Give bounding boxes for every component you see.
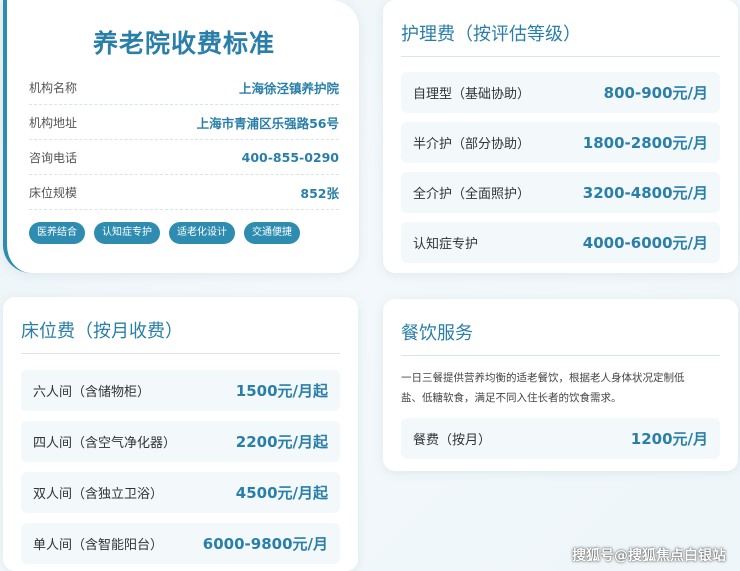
food-service-title: 餐饮服务 bbox=[401, 319, 720, 356]
feature-tag: 适老化设计 bbox=[169, 222, 235, 244]
info-row-phone: 咨询电话 400-855-0290 bbox=[29, 140, 339, 175]
fee-price: 800-900元/月 bbox=[603, 84, 708, 102]
info-value: 上海市青浦区乐强路56号 bbox=[196, 115, 339, 131]
fee-price: 1800-2800元/月 bbox=[582, 134, 708, 152]
fee-row: 双人间（含独立卫浴） 4500元/月起 bbox=[21, 472, 340, 513]
fee-row: 六人间（含储物柜） 1500元/月起 bbox=[21, 370, 340, 411]
fee-label: 四人间（含空气净化器） bbox=[33, 436, 177, 451]
info-row-name: 机构名称 上海徐泾镇养护院 bbox=[29, 70, 339, 105]
fee-row: 半介护（部分协助） 1800-2800元/月 bbox=[401, 122, 720, 163]
bed-fee-card: 床位费（按月收费） 六人间（含储物柜） 1500元/月起 四人间（含空气净化器）… bbox=[3, 297, 358, 571]
food-description: 一日三餐提供营养均衡的适老餐饮，根据老人身体状况定制低 盐、低糖软食，满足不同入… bbox=[401, 368, 720, 408]
food-service-card: 餐饮服务 一日三餐提供营养均衡的适老餐饮，根据老人身体状况定制低 盐、低糖软食，… bbox=[383, 299, 738, 471]
fee-row: 自理型（基础协助） 800-900元/月 bbox=[401, 72, 720, 113]
info-value: 400-855-0290 bbox=[241, 149, 339, 165]
fee-row: 单人间（含智能阳台） 6000-9800元/月 bbox=[21, 523, 340, 564]
info-value: 852张 bbox=[300, 185, 339, 201]
institution-card: 养老院收费标准 机构名称 上海徐泾镇养护院 机构地址 上海市青浦区乐强路56号 … bbox=[3, 0, 359, 273]
food-desc-line: 一日三餐提供营养均衡的适老餐饮，根据老人身体状况定制低 bbox=[401, 372, 685, 384]
info-row-address: 机构地址 上海市青浦区乐强路56号 bbox=[29, 105, 339, 140]
fee-price: 3200-4800元/月 bbox=[582, 184, 708, 202]
fee-label: 单人间（含智能阳台） bbox=[33, 538, 164, 553]
page-title: 养老院收费标准 bbox=[92, 29, 275, 58]
fee-row: 认知症专护 4000-6000元/月 bbox=[401, 222, 720, 263]
fee-label: 双人间（含独立卫浴） bbox=[33, 487, 164, 502]
fee-row: 四人间（含空气净化器） 2200元/月起 bbox=[21, 421, 340, 462]
bed-fee-title: 床位费（按月收费） bbox=[21, 317, 340, 354]
fee-price: 4000-6000元/月 bbox=[582, 234, 708, 252]
info-label: 机构名称 bbox=[29, 80, 78, 95]
fee-price: 4500元/月起 bbox=[235, 484, 328, 502]
food-desc-line: 盐、低糖软食，满足不同入住长者的饮食需求。 bbox=[401, 392, 622, 404]
care-fee-list: 自理型（基础协助） 800-900元/月 半介护（部分协助） 1800-2800… bbox=[401, 72, 720, 263]
fee-label: 自理型（基础协助） bbox=[413, 87, 531, 102]
care-fee-card: 护理费（按评估等级） 自理型（基础协助） 800-900元/月 半介护（部分协助… bbox=[383, 0, 738, 273]
fee-row: 餐费（按月） 1200元/月 bbox=[401, 418, 720, 459]
info-value: 上海徐泾镇养护院 bbox=[238, 80, 339, 96]
fee-price: 2200元/月起 bbox=[235, 433, 328, 451]
fee-label: 认知症专护 bbox=[413, 237, 479, 252]
info-label: 床位规模 bbox=[29, 185, 78, 200]
fee-price: 1200元/月 bbox=[630, 430, 708, 448]
fee-label: 半介护（部分协助） bbox=[413, 137, 531, 152]
fee-row: 全介护（全面照护） 3200-4800元/月 bbox=[401, 172, 720, 213]
feature-tag: 认知症专护 bbox=[94, 222, 160, 244]
institution-info-list: 机构名称 上海徐泾镇养护院 机构地址 上海市青浦区乐强路56号 咨询电话 400… bbox=[29, 70, 339, 210]
watermark: 搜狐号@搜狐焦点白银站 bbox=[572, 548, 726, 564]
info-label: 机构地址 bbox=[29, 115, 78, 130]
fee-label: 餐费（按月） bbox=[413, 433, 492, 448]
fee-price: 6000-9800元/月 bbox=[202, 535, 328, 553]
fee-price: 1500元/月起 bbox=[235, 382, 328, 400]
feature-tag: 交通便捷 bbox=[244, 222, 300, 244]
care-fee-title: 护理费（按评估等级） bbox=[401, 20, 720, 57]
info-label: 咨询电话 bbox=[29, 150, 78, 165]
fee-label: 六人间（含储物柜） bbox=[33, 385, 151, 400]
feature-tags: 医养结合 认知症专护 适老化设计 交通便捷 bbox=[29, 222, 339, 244]
bed-fee-list: 六人间（含储物柜） 1500元/月起 四人间（含空气净化器） 2200元/月起 … bbox=[21, 370, 340, 564]
info-row-beds: 床位规模 852张 bbox=[29, 175, 339, 210]
food-fee-list: 餐费（按月） 1200元/月 bbox=[401, 418, 720, 459]
feature-tag: 医养结合 bbox=[29, 222, 85, 244]
fee-label: 全介护（全面照护） bbox=[413, 187, 531, 202]
